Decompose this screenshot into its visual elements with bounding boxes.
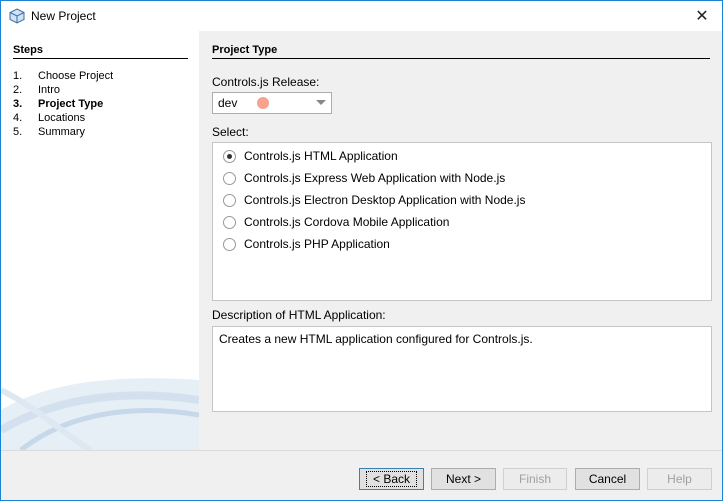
cancel-button[interactable]: Cancel [575, 468, 640, 490]
finish-button[interactable]: Finish [503, 468, 567, 490]
description-label: Description of HTML Application: [212, 308, 386, 322]
netbeans-cube-icon [9, 8, 25, 24]
step-locations: 4. Locations [13, 112, 86, 124]
steps-panel: Steps 1. Choose Project 2. Intro 3. Project… [1, 31, 199, 450]
section-divider [212, 58, 710, 59]
project-type-panel: Project Type Controls.js Release: dev Se… [199, 31, 722, 450]
option-label: Controls.js HTML Application [244, 149, 398, 163]
radio-button[interactable] [223, 193, 236, 207]
help-button[interactable]: Help [647, 468, 712, 490]
section-title: Project Type [212, 44, 278, 56]
option-cordova-mobile-application[interactable]: Controls.js Cordova Mobile Application [223, 213, 449, 231]
option-express-web-application[interactable]: Controls.js Express Web Application with… [223, 169, 505, 187]
close-button[interactable]: ✕ [682, 1, 722, 31]
description-text: Creates a new HTML application configure… [219, 332, 533, 346]
radio-button-checked[interactable] [223, 149, 236, 163]
radio-button[interactable] [223, 215, 236, 229]
release-dropdown[interactable]: dev [212, 92, 332, 114]
next-button[interactable]: Next > [431, 468, 496, 490]
step-choose-project: 1. Choose Project [13, 70, 114, 82]
release-label: Controls.js Release: [212, 75, 320, 89]
option-php-application[interactable]: Controls.js PHP Application [223, 235, 390, 253]
steps-title: Steps [13, 44, 43, 56]
step-intro: 2. Intro [13, 84, 61, 96]
dialog-content: Steps 1. Choose Project 2. Intro 3. Project… [1, 31, 722, 451]
footer-divider [1, 450, 722, 451]
project-type-list: Controls.js HTML Application Controls.js… [212, 142, 712, 301]
description-box: Creates a new HTML application configure… [212, 326, 712, 412]
release-value: dev [218, 96, 238, 110]
option-electron-desktop-application[interactable]: Controls.js Electron Desktop Application… [223, 191, 525, 209]
radio-button[interactable] [223, 171, 236, 185]
select-label: Select: [212, 125, 249, 139]
chevron-down-icon [316, 100, 326, 105]
option-label: Controls.js Electron Desktop Application… [244, 193, 526, 207]
new-project-dialog: New Project ✕ Steps 1. Choose Project 2. I… [0, 0, 723, 501]
step-summary: 5. Summary [13, 126, 86, 138]
decorative-swoosh [1, 378, 199, 450]
release-status-dot [257, 97, 269, 109]
back-button[interactable]: < Back [359, 468, 424, 490]
option-label: Controls.js Express Web Application with… [244, 171, 506, 185]
step-project-type: 3. Project Type [13, 98, 104, 110]
steps-divider [13, 58, 188, 59]
window-title: New Project [31, 9, 96, 23]
option-label: Controls.js PHP Application [244, 237, 390, 251]
option-label: Controls.js Cordova Mobile Application [244, 215, 450, 229]
title-bar[interactable]: New Project ✕ [1, 1, 722, 31]
close-icon: ✕ [695, 8, 709, 25]
radio-button[interactable] [223, 237, 236, 251]
steps-list: 1. Choose Project 2. Intro 3. Project Type … [13, 70, 113, 140]
option-html-application[interactable]: Controls.js HTML Application [223, 147, 398, 165]
